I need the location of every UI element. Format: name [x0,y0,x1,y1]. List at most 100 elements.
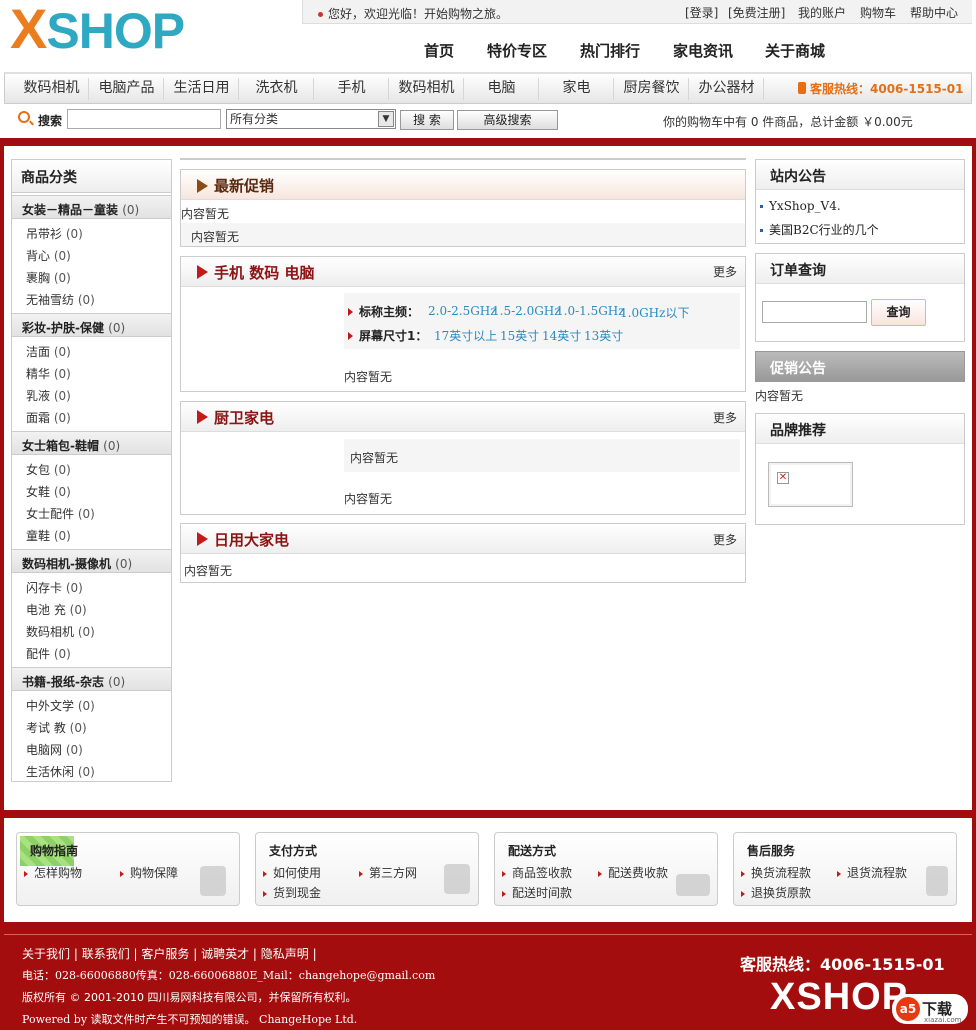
kitchen-title: 厨卫家电 [214,409,275,427]
filter-value[interactable]: 1.0-1.5GHz [556,304,625,318]
order-title: 订单查询 [756,254,964,284]
footer-links: 关于我们 | 联系我们 | 客户服务 | 诚聘英才 | 隐私声明 | [22,947,317,961]
category-group[interactable]: 彩妆-护肤-保健 (0) [12,313,171,337]
guide-title: 支付方式 [269,844,318,858]
category-group[interactable]: 数码相机-摄像机 (0) [12,549,171,573]
filter-screen: 屏幕尺寸1： [348,327,427,344]
subcategory-link[interactable]: 闪存卡 (0) [26,579,83,596]
filter-value[interactable]: 17英寸以上 [434,327,497,344]
guide-link[interactable]: 换货流程款 [741,864,811,881]
nav-ranking[interactable]: 热门排行 [580,40,640,61]
subcategory-link[interactable]: 洁面 (0) [26,343,71,360]
category-item[interactable]: 电脑产品 [90,78,164,100]
phone-icon [798,82,806,94]
subcategory-link[interactable]: 裹胸 (0) [26,269,71,286]
category-group[interactable]: 女士箱包-鞋帽 (0) [12,431,171,455]
category-select[interactable]: 所有分类 ▼ [226,109,396,129]
filter-value[interactable]: 2.0-2.5GHz [428,304,497,318]
login-link[interactable]: [登录] [685,4,718,21]
subcategory-link[interactable]: 无袖雪纺 (0) [26,291,95,308]
subcategory-link[interactable]: 女鞋 (0) [26,483,71,500]
subcategory-link[interactable]: 生活休闲 (0) [26,763,95,780]
logo-text: SHOP [46,3,185,59]
more-link[interactable]: 更多 [713,409,737,426]
hotline: 客服热线：4006-1515-01 [798,80,963,97]
search-input[interactable] [67,109,221,129]
advanced-search-button[interactable]: 高级搜索 [457,110,558,130]
triangle-icon [197,265,208,279]
category-item[interactable]: 洗衣机 [240,78,314,100]
nav-home[interactable]: 首页 [424,40,454,61]
brand-image[interactable]: ✕ [768,462,853,507]
footer-copyright: 版权所有 © 2001-2010 四川易网科技有限公司，并保留所有权利。 [22,991,357,1004]
guide-link[interactable]: 退换货原款 [741,884,811,901]
subcategory-link[interactable]: 面霜 (0) [26,409,71,426]
help-link[interactable]: 帮助中心 [910,4,958,21]
chevron-down-icon[interactable]: ▼ [378,111,394,127]
nav-specials[interactable]: 特价专区 [487,40,547,61]
category-item[interactable]: 数码相机 [390,78,464,100]
guide-link[interactable]: 怎样购物 [24,864,82,881]
search-button[interactable]: 搜 索 [400,110,454,130]
order-input[interactable] [762,301,867,323]
category-item[interactable]: 厨房餐饮 [615,78,689,100]
order-query-button[interactable]: 查询 [871,299,926,326]
promo-notice-text: 内容暂无 [755,389,804,403]
subcategory-link[interactable]: 考试 教 (0) [26,719,87,736]
category-item[interactable]: 手机 [315,78,389,100]
filter-value[interactable]: 15英寸 [500,327,539,344]
subcategory-link[interactable]: 背心 (0) [26,247,71,264]
footer-link[interactable]: 隐私声明 [261,947,309,961]
guide-link[interactable]: 配送费收款 [598,864,668,881]
guide-link[interactable]: 货到现金 [263,884,321,901]
category-group[interactable]: 书籍-报纸-杂志 (0) [12,667,171,691]
notice-item[interactable]: 美国B2C行业的几个 [760,221,879,238]
more-link[interactable]: 更多 [713,531,737,548]
subcategory-link[interactable]: 女包 (0) [26,461,71,478]
footer-link[interactable]: 客户服务 [141,947,189,961]
nav-news[interactable]: 家电资讯 [673,40,733,61]
guide-link[interactable]: 配送时间款 [502,884,572,901]
footer-link[interactable]: 关于我们 [22,947,70,961]
subcategory-link[interactable]: 童鞋 (0) [26,527,71,544]
filter-value[interactable]: 13英寸 [584,327,623,344]
truck-icon [676,874,710,896]
welcome-text: 您好，欢迎光临！开始购物之旅。 [318,5,508,22]
nav-about[interactable]: 关于商城 [765,40,825,61]
filter-value[interactable]: 1.0GHz以下 [620,304,689,321]
site-logo[interactable]: XSHOP [10,1,185,59]
watermark-logo: a5 下载 xiazai.com [892,994,968,1024]
cart-link[interactable]: 购物车 [860,4,896,21]
category-item[interactable]: 办公器材 [690,78,764,100]
footer-link[interactable]: 联系我们 [82,947,130,961]
subcategory-link[interactable]: 乳液 (0) [26,387,71,404]
guide-link[interactable]: 第三方网 [359,864,417,881]
subcategory-link[interactable]: 吊带衫 (0) [26,225,83,242]
category-group[interactable]: 女装－精品－童装 (0) [12,195,171,219]
subcategory-link[interactable]: 数码相机 (0) [26,623,95,640]
guide-link[interactable]: 商品签收款 [502,864,572,881]
notice-item[interactable]: YxShop_V4. [760,199,841,213]
subcategory-link[interactable]: 精华 (0) [26,365,71,382]
footer-link[interactable]: 诚聘英才 [201,947,249,961]
guide-title: 购物指南 [30,844,79,858]
subcategory-link[interactable]: 电脑网 (0) [26,741,83,758]
subcategory-link[interactable]: 女士配件 (0) [26,505,95,522]
subcategory-link[interactable]: 配件 (0) [26,645,71,662]
register-link[interactable]: [免费注册] [728,4,785,21]
category-item[interactable]: 生活日用 [165,78,239,100]
category-item[interactable]: 数码相机 [15,78,89,100]
category-item[interactable]: 家电 [540,78,614,100]
subcategory-link[interactable]: 中外文学 (0) [26,697,95,714]
guide-link[interactable]: 退货流程款 [837,864,907,881]
phone-empty: 内容暂无 [344,370,393,384]
guide-link[interactable]: 如何使用 [263,864,321,881]
my-account-link[interactable]: 我的账户 [798,4,846,21]
filter-value[interactable]: 1.5-2.0GHz [492,304,561,318]
filter-value[interactable]: 14英寸 [542,327,581,344]
subcategory-link[interactable]: 电池 充 (0) [26,601,87,618]
more-link[interactable]: 更多 [713,263,737,280]
guide-link[interactable]: 购物保障 [120,864,178,881]
guide-title: 售后服务 [747,844,796,858]
category-item[interactable]: 电脑 [465,78,539,100]
